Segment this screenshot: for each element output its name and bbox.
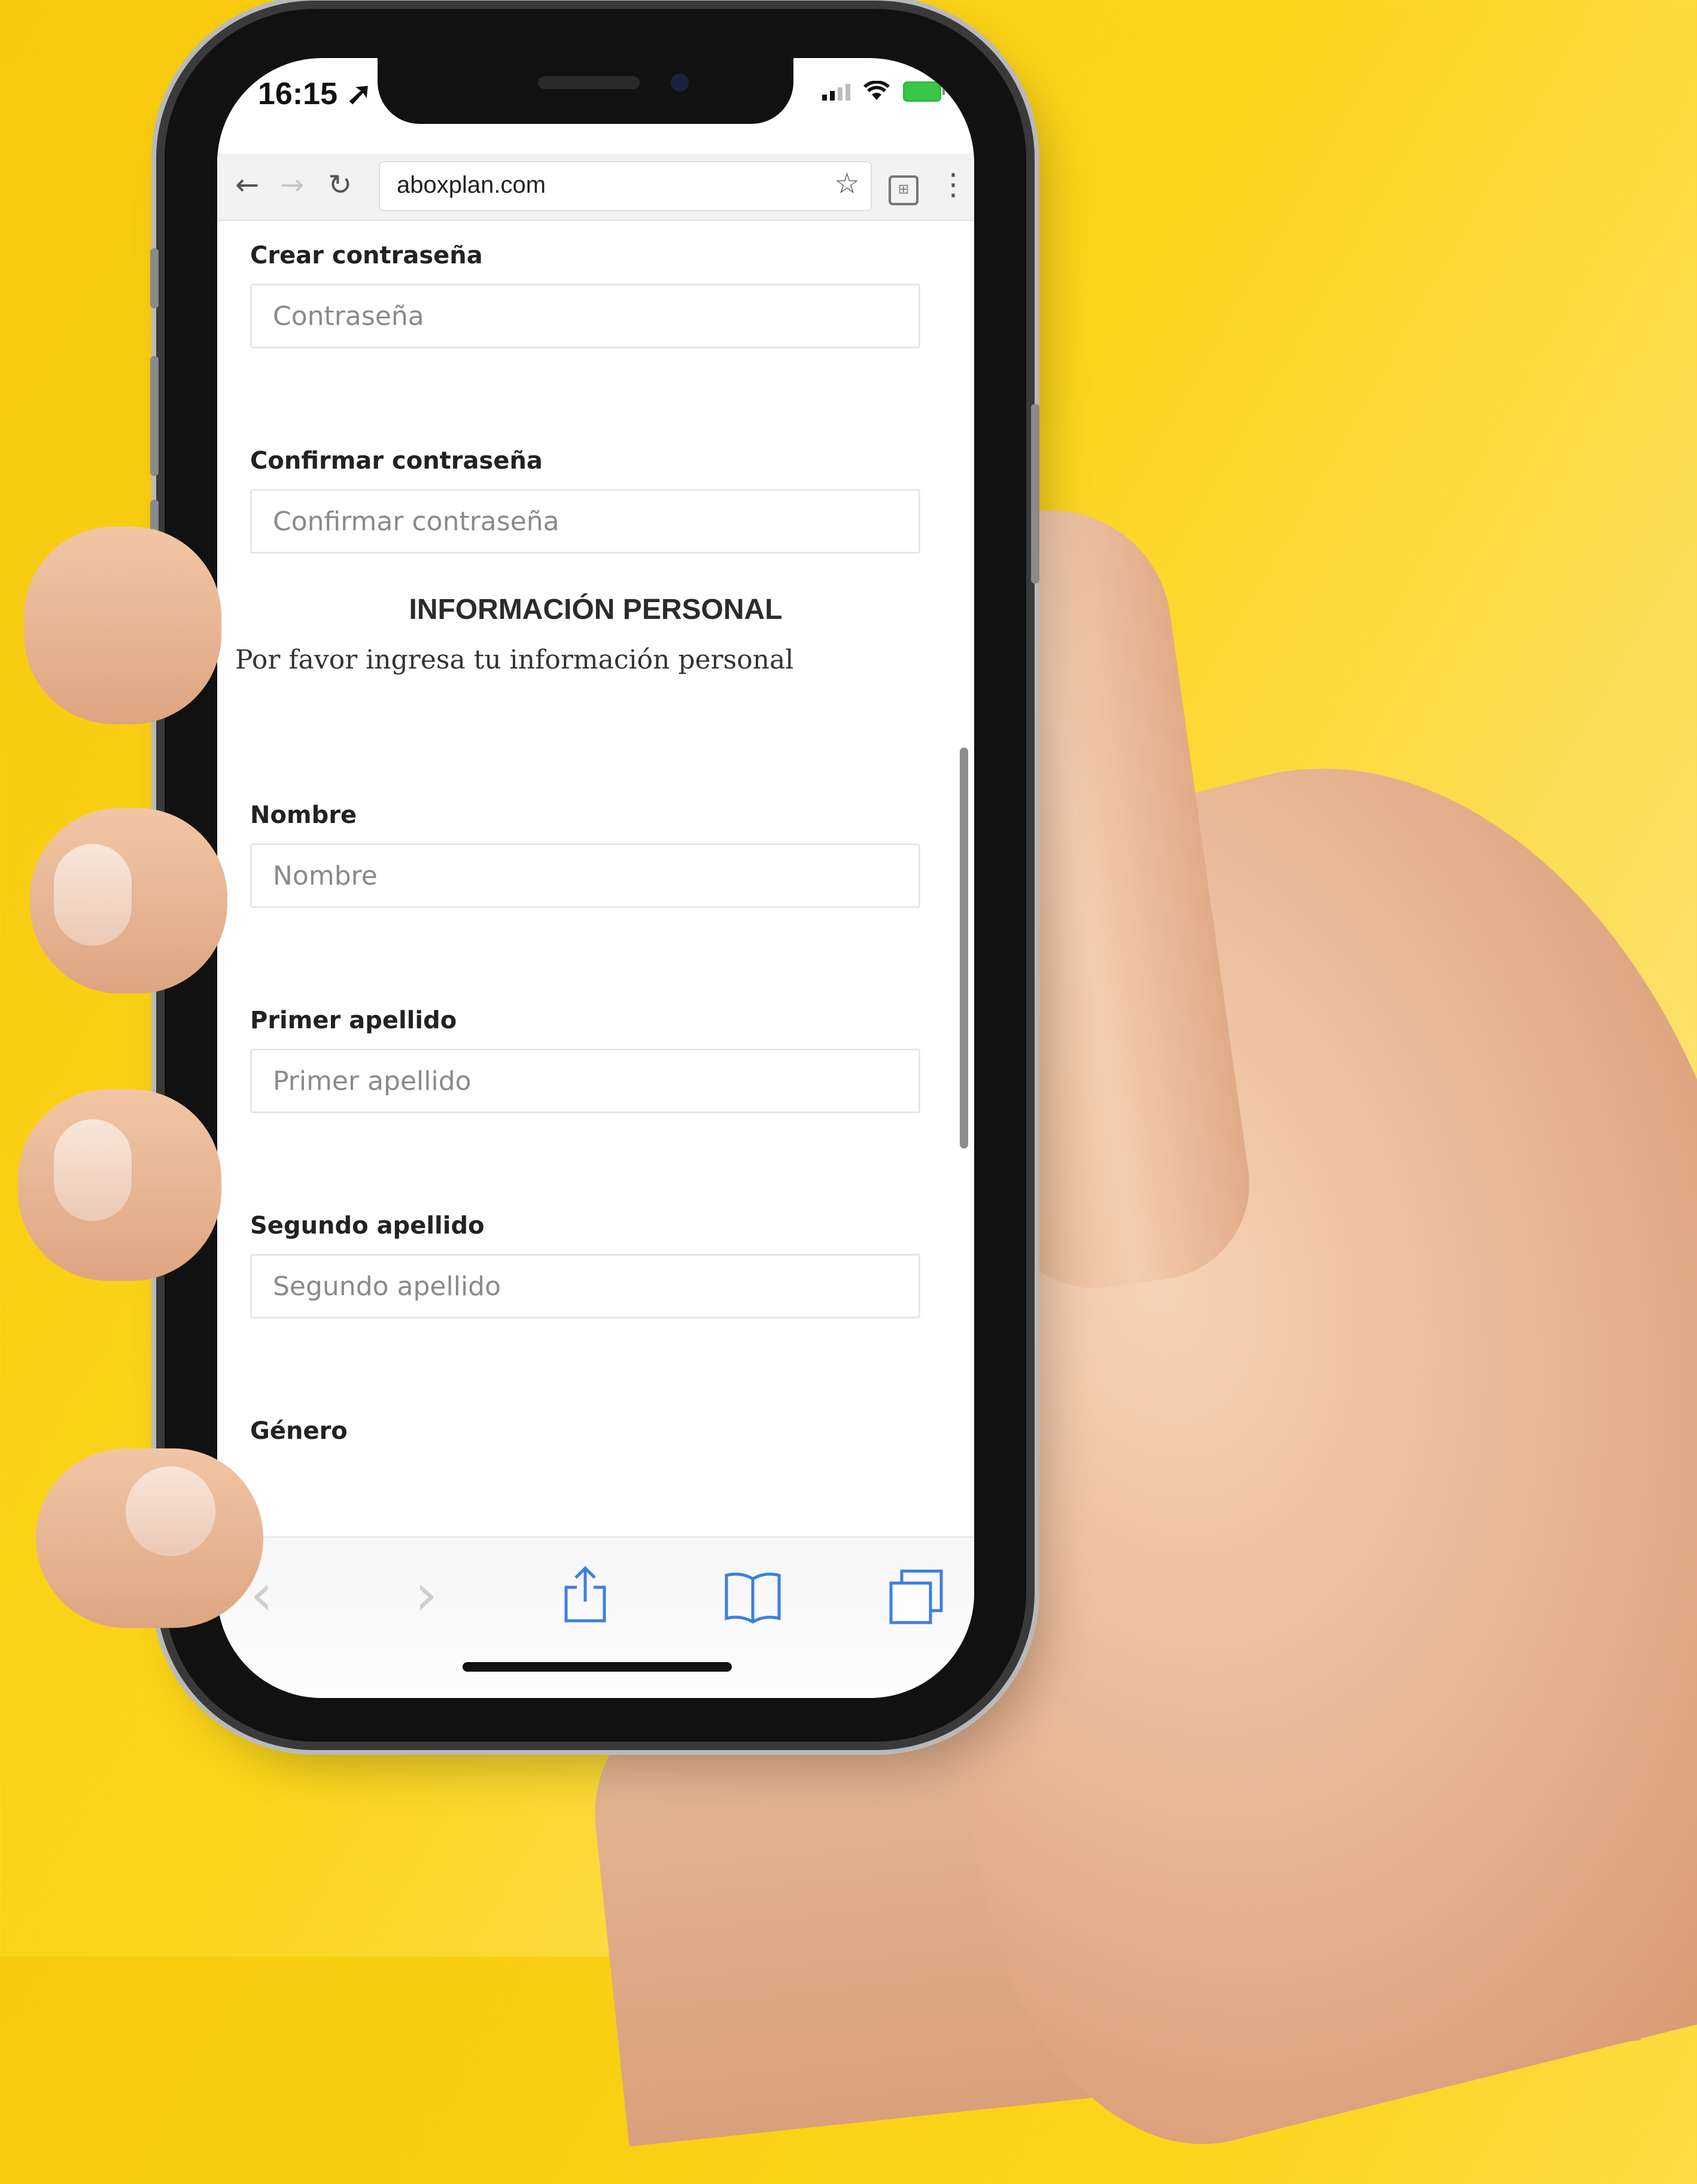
phone-power-button: [1031, 404, 1039, 584]
reload-icon[interactable]: ↻: [328, 167, 352, 203]
phone-screen: 16:15 ➚ ← → ↻ aboxplan.com ☆ ⊞ ⋮ Crear c…: [217, 58, 974, 1698]
address-bar[interactable]: aboxplan.com ☆: [379, 161, 872, 211]
home-indicator[interactable]: [463, 1662, 732, 1672]
signal-icon: [822, 83, 850, 101]
wifi-icon: [863, 80, 890, 102]
first-surname-label: Primer apellido: [250, 1007, 457, 1034]
bookmarks-book-icon[interactable]: [723, 1571, 783, 1638]
registration-form: Crear contraseña Confirmar contraseña IN…: [217, 221, 974, 1442]
phone-device: 16:15 ➚ ← → ↻ aboxplan.com ☆ ⊞ ⋮ Crear c…: [150, 9, 1039, 1742]
fingernail: [54, 1119, 132, 1221]
tabs-squares-icon[interactable]: [886, 1568, 946, 1641]
phone-volume-up: [150, 356, 159, 476]
battery-charging-icon: [903, 81, 945, 102]
scrollbar[interactable]: [960, 748, 968, 1149]
confirm-password-label: Confirmar contraseña: [250, 447, 543, 475]
section-title: INFORMACIÓN PERSONAL: [409, 594, 783, 625]
confirm-password-input[interactable]: [250, 489, 920, 554]
status-indicators: [822, 80, 945, 102]
gender-label: Género: [250, 1417, 348, 1442]
bookmark-star-icon[interactable]: ☆: [834, 167, 860, 201]
share-icon[interactable]: [561, 1565, 609, 1638]
front-camera: [671, 74, 689, 92]
fingernail: [126, 1466, 215, 1556]
forward-arrow-icon[interactable]: →: [280, 167, 304, 203]
hand-finger-4: [36, 1448, 263, 1628]
phone-notch: [378, 58, 793, 124]
password-input[interactable]: [250, 284, 920, 348]
overflow-menu-icon[interactable]: ⋮: [938, 167, 968, 202]
second-surname-input[interactable]: [250, 1254, 920, 1319]
hand-finger-1: [24, 527, 221, 724]
url-text: aboxplan.com: [397, 172, 546, 198]
first-name-label: Nombre: [250, 801, 357, 829]
section-description: Por favor ingresa tu información persona…: [235, 645, 794, 675]
browser-toolbar: ← → ↻ aboxplan.com ☆ ⊞ ⋮: [217, 154, 974, 221]
safari-bottom-toolbar: ‹ ›: [217, 1536, 974, 1698]
phone-mute-switch: [150, 248, 159, 308]
hand-finger-3: [18, 1089, 221, 1281]
second-surname-label: Segundo apellido: [250, 1212, 485, 1240]
first-name-input[interactable]: [250, 843, 920, 908]
create-password-label: Crear contraseña: [250, 242, 483, 269]
forward-chevron-icon[interactable]: ›: [415, 1562, 437, 1627]
hand-finger-2: [30, 808, 227, 994]
fingernail: [54, 844, 132, 946]
tabs-icon[interactable]: ⊞: [889, 175, 919, 205]
speaker-grille: [538, 76, 640, 89]
back-arrow-icon[interactable]: ←: [235, 167, 259, 203]
status-time: 16:15 ➚: [258, 77, 373, 111]
first-surname-input[interactable]: [250, 1049, 920, 1113]
